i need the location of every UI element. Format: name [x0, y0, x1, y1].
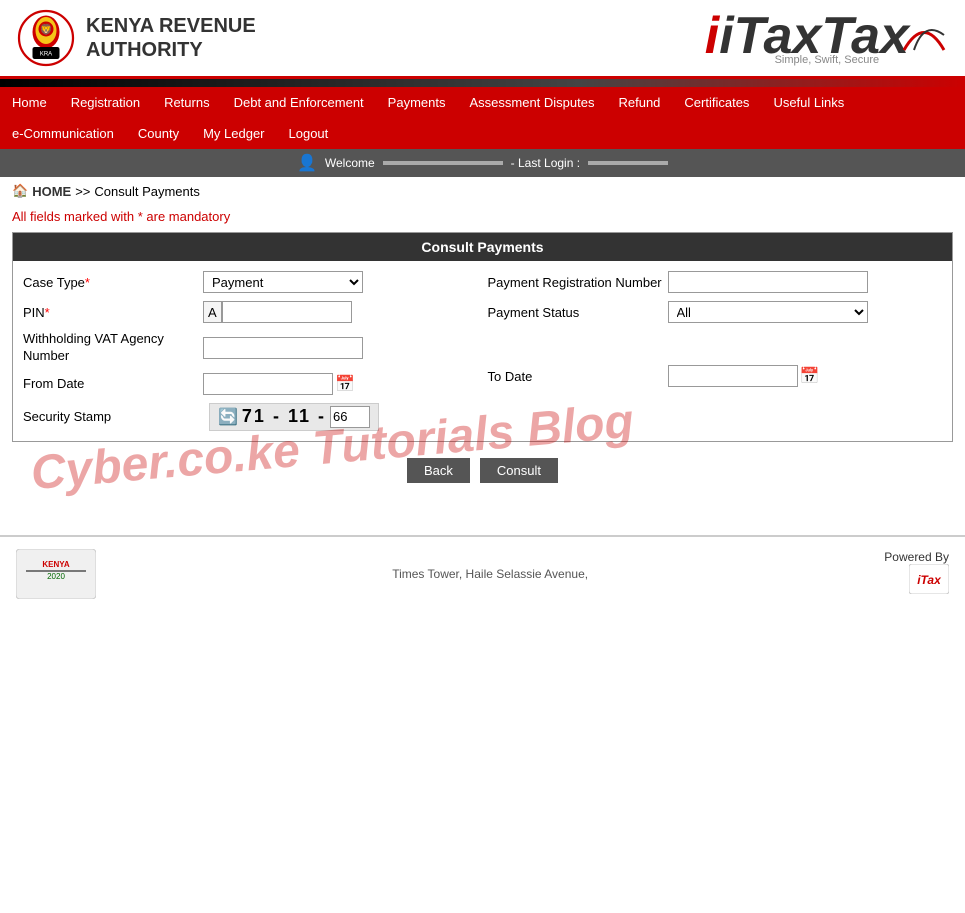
form-title: Consult Payments — [13, 233, 952, 261]
mandatory-note: All fields marked with * are mandatory — [0, 205, 965, 228]
pin-row: PIN* A — [23, 301, 478, 323]
payment-status-label: Payment Status — [488, 305, 668, 320]
footer-logo: KENYA 2020 — [16, 549, 96, 599]
consult-payments-form: Consult Payments Case Type* Payment Enfo… — [12, 232, 953, 442]
from-date-label: From Date — [23, 376, 203, 391]
nav-debt-enforcement[interactable]: Debt and Enforcement — [222, 87, 376, 118]
security-stamp-input[interactable] — [330, 406, 370, 428]
welcome-text: Welcome — [325, 156, 375, 170]
breadcrumb: 🏠 HOME >> Consult Payments — [0, 177, 965, 205]
security-stamp-label: Security Stamp — [23, 409, 203, 424]
decorative-bar — [0, 79, 965, 87]
nav-my-ledger[interactable]: My Ledger — [191, 118, 276, 149]
nav-row-2: e-Communication County My Ledger Logout — [0, 118, 965, 149]
nav-home[interactable]: Home — [0, 87, 59, 118]
kra-logo-icon: 🦁 KRA — [16, 8, 76, 68]
svg-text:2020: 2020 — [47, 572, 65, 581]
form-panels: Case Type* Payment Enforcement Debt PIN*… — [23, 271, 942, 431]
welcome-bar: 👤 Welcome - Last Login : — [0, 149, 965, 177]
breadcrumb-separator: >> — [75, 184, 90, 199]
to-date-row: To Date 📅 — [488, 365, 943, 387]
itax-arc-icon — [899, 15, 949, 55]
breadcrumb-home[interactable]: HOME — [32, 184, 71, 199]
nav-payments[interactable]: Payments — [376, 87, 458, 118]
breadcrumb-current: Consult Payments — [94, 184, 200, 199]
itax-footer-icon: iTax — [909, 564, 949, 594]
footer: KENYA 2020 Times Tower, Haile Selassie A… — [0, 535, 965, 611]
header: 🦁 KRA Kenya Revenue Authority i iTax Tax… — [0, 0, 965, 79]
nav-row-1: Home Registration Returns Debt and Enfor… — [0, 87, 965, 118]
itax-logo: i iTax Tax Simple, Swift, Secure — [705, 10, 949, 66]
security-stamp-row: Security Stamp 🔄 71 - 11 - — [23, 403, 478, 431]
payment-reg-row: Payment Registration Number — [488, 271, 943, 293]
kenya-logo-icon: KENYA 2020 — [16, 549, 96, 599]
from-date-row: From Date 📅 — [23, 373, 478, 395]
case-type-select[interactable]: Payment Enforcement Debt — [203, 271, 363, 293]
right-panel: Payment Registration Number Payment Stat… — [488, 271, 943, 431]
vat-input[interactable] — [203, 337, 363, 359]
pin-input[interactable] — [222, 301, 352, 323]
from-date-calendar-icon[interactable]: 📅 — [335, 374, 355, 394]
vat-label: Withholding VAT Agency Number — [23, 331, 203, 365]
pin-field-group: A — [203, 301, 352, 323]
button-row: Back Consult — [0, 446, 965, 495]
pin-prefix: A — [203, 301, 222, 323]
back-button[interactable]: Back — [407, 458, 470, 483]
payment-reg-input[interactable] — [668, 271, 868, 293]
username-redacted — [383, 161, 503, 165]
last-login-redacted — [588, 161, 668, 165]
svg-text:iTax: iTax — [917, 573, 942, 587]
nav-bar: Home Registration Returns Debt and Enfor… — [0, 87, 965, 149]
security-stamp-box: 🔄 71 - 11 - — [209, 403, 379, 431]
to-date-label: To Date — [488, 369, 668, 384]
from-date-input[interactable] — [203, 373, 333, 395]
nav-certificates[interactable]: Certificates — [672, 87, 761, 118]
home-icon: 🏠 — [12, 183, 28, 199]
kra-logo-section: 🦁 KRA Kenya Revenue Authority — [16, 8, 256, 68]
nav-useful-links[interactable]: Useful Links — [761, 87, 856, 118]
powered-by: Powered By iTax — [884, 550, 949, 597]
last-login-label: - Last Login : — [511, 156, 580, 170]
nav-refund[interactable]: Refund — [606, 87, 672, 118]
svg-text:🦁: 🦁 — [39, 23, 52, 36]
security-stamp-text: 71 - 11 - — [242, 406, 326, 427]
case-type-row: Case Type* Payment Enforcement Debt — [23, 271, 478, 293]
to-date-input[interactable] — [668, 365, 798, 387]
payment-status-select[interactable]: All Pending Completed Cancelled — [668, 301, 868, 323]
nav-logout[interactable]: Logout — [277, 118, 341, 149]
kra-name: Kenya Revenue Authority — [86, 14, 256, 62]
payment-reg-label: Payment Registration Number — [488, 275, 668, 290]
refresh-icon[interactable]: 🔄 — [218, 407, 238, 427]
user-icon: 👤 — [297, 153, 317, 173]
to-date-calendar-icon[interactable]: 📅 — [800, 366, 820, 386]
from-date-field: 📅 — [203, 373, 355, 395]
svg-text:KRA: KRA — [40, 51, 52, 57]
form-body: Case Type* Payment Enforcement Debt PIN*… — [13, 261, 952, 441]
nav-returns[interactable]: Returns — [152, 87, 222, 118]
footer-address: Times Tower, Haile Selassie Avenue, — [392, 567, 588, 581]
left-panel: Case Type* Payment Enforcement Debt PIN*… — [23, 271, 478, 431]
nav-assessment-disputes[interactable]: Assessment Disputes — [457, 87, 606, 118]
nav-registration[interactable]: Registration — [59, 87, 152, 118]
vat-row: Withholding VAT Agency Number — [23, 331, 478, 365]
case-type-label: Case Type* — [23, 275, 203, 290]
nav-county[interactable]: County — [126, 118, 191, 149]
svg-text:KENYA: KENYA — [42, 560, 69, 569]
nav-ecommunication[interactable]: e-Communication — [0, 118, 126, 149]
consult-button[interactable]: Consult — [480, 458, 558, 483]
to-date-field: 📅 — [668, 365, 820, 387]
payment-status-row: Payment Status All Pending Completed Can… — [488, 301, 943, 323]
pin-label: PIN* — [23, 305, 203, 320]
